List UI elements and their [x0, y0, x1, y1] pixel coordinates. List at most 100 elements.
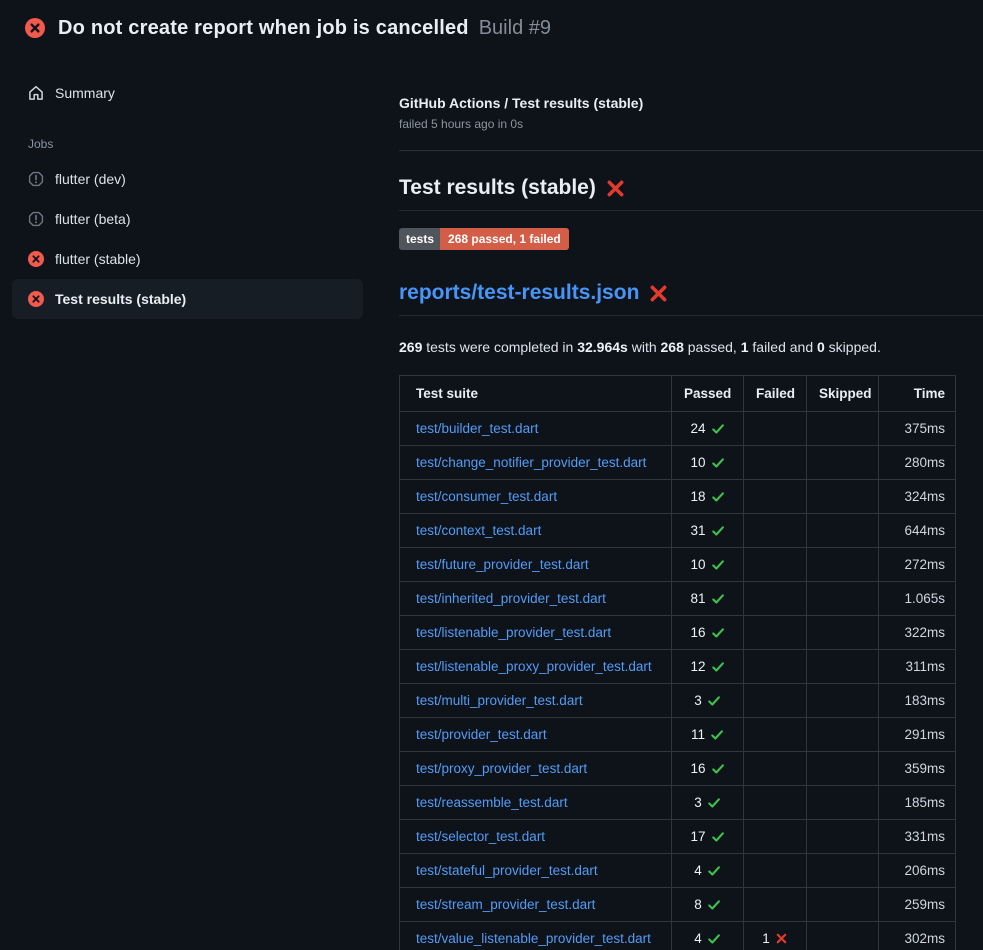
check-icon — [711, 762, 725, 776]
main-content: GitHub Actions / Test results (stable) f… — [375, 56, 983, 950]
time-cell: 375ms — [879, 412, 956, 446]
failed-cell — [744, 650, 807, 684]
suite-link[interactable]: test/value_listenable_provider_test.dart — [416, 931, 651, 946]
check-icon — [711, 422, 725, 436]
suite-cell: test/builder_test.dart — [400, 412, 672, 446]
sidebar-item-label: flutter (stable) — [55, 251, 141, 267]
suite-link[interactable]: test/future_provider_test.dart — [416, 557, 589, 572]
skipped-cell — [807, 820, 879, 854]
count-with-icon: 24 — [690, 421, 724, 436]
table-row: test/value_listenable_provider_test.dart… — [400, 922, 956, 950]
table-row: test/multi_provider_test.dart3 183ms — [400, 684, 956, 718]
failed-cell — [744, 820, 807, 854]
suite-link[interactable]: test/inherited_provider_test.dart — [416, 591, 606, 606]
table-row: test/context_test.dart31 644ms — [400, 514, 956, 548]
jobs-section-label: Jobs — [28, 137, 363, 151]
x-icon — [775, 932, 788, 945]
table-row: test/listenable_proxy_provider_test.dart… — [400, 650, 956, 684]
suite-link[interactable]: test/provider_test.dart — [416, 727, 547, 742]
summary-segment: with — [628, 339, 661, 355]
x-circle-icon — [28, 251, 44, 267]
report-link[interactable]: reports/test-results.json — [399, 281, 639, 305]
count-with-icon: 81 — [690, 591, 724, 606]
suite-link[interactable]: test/multi_provider_test.dart — [416, 693, 583, 708]
passed-cell: 12 — [672, 650, 744, 684]
summary-segment: failed and — [749, 339, 818, 355]
col-header-time: Time — [879, 376, 956, 412]
check-icon — [707, 796, 721, 810]
summary-segment: passed, — [684, 339, 741, 355]
col-header-failed: Failed — [744, 376, 807, 412]
count-with-icon: 17 — [690, 829, 724, 844]
count-with-icon: 18 — [690, 489, 724, 504]
count-value: 16 — [690, 761, 705, 776]
table-header-row: Test suite Passed Failed Skipped Time — [400, 376, 956, 412]
suite-cell: test/change_notifier_provider_test.dart — [400, 446, 672, 480]
summary-segment: tests were completed in — [422, 339, 577, 355]
time-cell: 311ms — [879, 650, 956, 684]
count-with-icon: 4 — [694, 863, 721, 878]
table-row: test/reassemble_test.dart3 185ms — [400, 786, 956, 820]
stop-icon — [28, 211, 44, 227]
sidebar-item-job[interactable]: flutter (beta) — [12, 199, 363, 239]
suite-link[interactable]: test/stream_provider_test.dart — [416, 897, 595, 912]
suite-link[interactable]: test/listenable_proxy_provider_test.dart — [416, 659, 652, 674]
x-circle-icon — [28, 291, 44, 307]
suite-link[interactable]: test/change_notifier_provider_test.dart — [416, 455, 646, 470]
sidebar-item-label: flutter (beta) — [55, 211, 130, 227]
count-with-icon: 8 — [694, 897, 721, 912]
sidebar-item-label: Test results (stable) — [55, 291, 186, 307]
sidebar-item-summary[interactable]: Summary — [12, 73, 363, 113]
passed-cell: 16 — [672, 616, 744, 650]
sidebar-item-job[interactable]: flutter (dev) — [12, 159, 363, 199]
job-status-line: failed 5 hours ago in 0s — [399, 117, 983, 131]
x-mark-icon — [606, 179, 625, 198]
suite-cell: test/listenable_proxy_provider_test.dart — [400, 650, 672, 684]
count-value: 1 — [762, 931, 770, 946]
run-title: Do not create report when job is cancell… — [58, 17, 469, 40]
time-cell: 206ms — [879, 854, 956, 888]
count-with-icon: 10 — [690, 455, 724, 470]
passed-cell: 8 — [672, 888, 744, 922]
suite-link[interactable]: test/stateful_provider_test.dart — [416, 863, 598, 878]
failed-cell — [744, 786, 807, 820]
skipped-cell — [807, 582, 879, 616]
suite-cell: test/stateful_provider_test.dart — [400, 854, 672, 888]
suite-link[interactable]: test/reassemble_test.dart — [416, 795, 568, 810]
table-row: test/stateful_provider_test.dart 4 206ms — [400, 854, 956, 888]
sidebar-item-job[interactable]: flutter (stable) — [12, 239, 363, 279]
count-value: 31 — [690, 523, 705, 538]
col-header-passed: Passed — [672, 376, 744, 412]
passed-cell: 18 — [672, 480, 744, 514]
summary-segment: 268 — [661, 339, 684, 355]
summary-segment: 1 — [741, 339, 749, 355]
suite-link[interactable]: test/context_test.dart — [416, 523, 541, 538]
time-cell: 185ms — [879, 786, 956, 820]
count-value: 81 — [690, 591, 705, 606]
count-with-icon: 16 — [690, 625, 724, 640]
badge-label: tests — [399, 228, 440, 250]
suite-link[interactable]: test/listenable_provider_test.dart — [416, 625, 611, 640]
count-value: 8 — [694, 897, 702, 912]
sidebar-item-job[interactable]: Test results (stable) — [12, 279, 363, 319]
suite-cell: test/listenable_provider_test.dart — [400, 616, 672, 650]
table-row: test/consumer_test.dart18 324ms — [400, 480, 956, 514]
suite-link[interactable]: test/builder_test.dart — [416, 421, 538, 436]
suite-link[interactable]: test/consumer_test.dart — [416, 489, 557, 504]
time-cell: 259ms — [879, 888, 956, 922]
table-row: test/builder_test.dart 24 375ms — [400, 412, 956, 446]
results-table-body: test/builder_test.dart 24 375ms test/chang… — [400, 412, 956, 950]
summary-segment: 32.964s — [577, 339, 628, 355]
summary-line: 269 tests were completed in 32.964s with… — [399, 339, 983, 355]
check-icon — [711, 660, 725, 674]
count-value: 17 — [690, 829, 705, 844]
build-number: Build #9 — [479, 17, 551, 40]
suite-cell: test/inherited_provider_test.dart — [400, 582, 672, 616]
count-value: 16 — [690, 625, 705, 640]
count-value: 3 — [694, 693, 702, 708]
suite-cell: test/selector_test.dart — [400, 820, 672, 854]
check-icon — [711, 456, 725, 470]
suite-link[interactable]: test/proxy_provider_test.dart — [416, 761, 587, 776]
suite-link[interactable]: test/selector_test.dart — [416, 829, 545, 844]
sidebar-item-label: Summary — [55, 85, 115, 101]
